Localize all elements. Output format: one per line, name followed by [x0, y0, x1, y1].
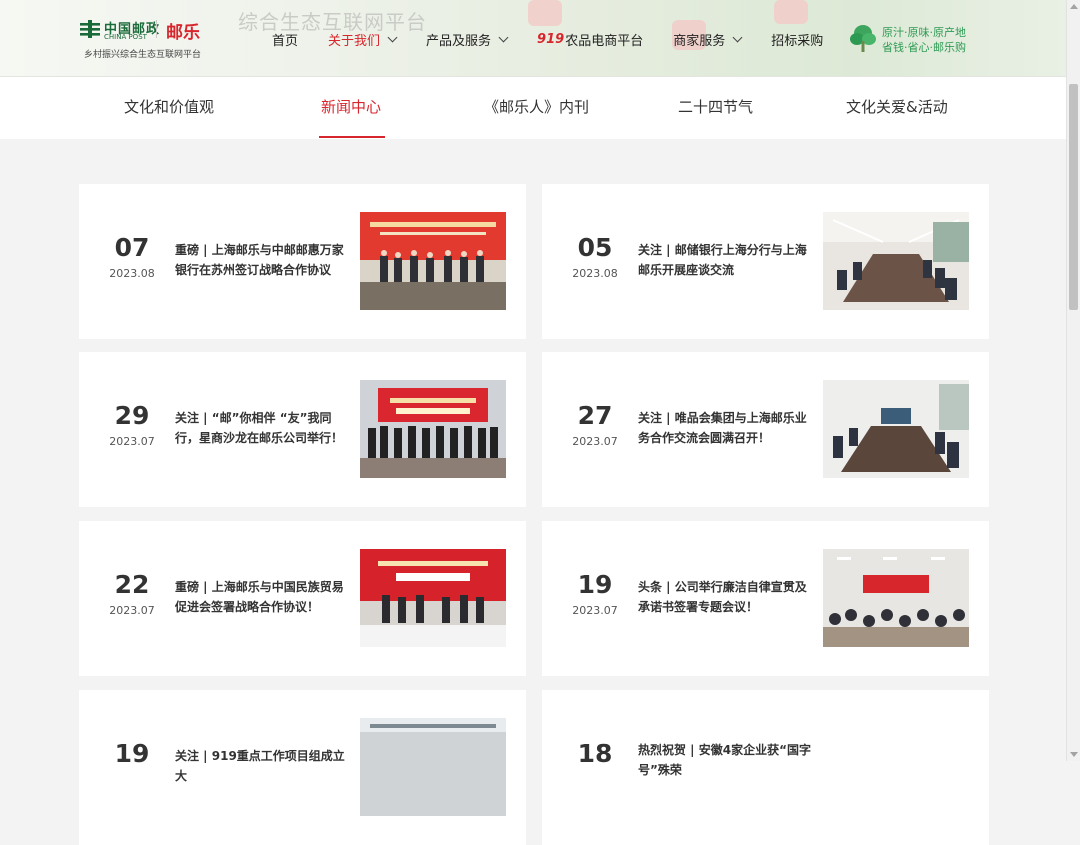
china-post-en-label: CHINA POST: [104, 33, 147, 41]
news-thumbnail[interactable]: [823, 212, 969, 310]
news-thumbnail[interactable]: [360, 549, 506, 647]
meeting-room-photo: [823, 380, 969, 478]
news-day: 27: [577, 401, 613, 430]
slogan-block: 原汁·原味·原产地 省钱·省心·邮乐购: [850, 22, 980, 58]
nav-item-label: 招标采购: [771, 34, 824, 49]
news-title[interactable]: 热烈祝贺 | 安徽4家企业获“国字号”殊荣: [638, 740, 814, 780]
news-year-month: 2023.08: [109, 267, 155, 280]
news-day: 29: [114, 401, 150, 430]
news-thumbnail[interactable]: [360, 380, 506, 478]
news-year-month: 2023.07: [109, 435, 155, 448]
logo-subtitle: 乡村振兴综合生态互联网平台: [84, 50, 202, 60]
nav-item-merchant-services[interactable]: 商家服务: [673, 30, 743, 49]
tab-care-activities[interactable]: 文化关爱&活动: [846, 96, 948, 117]
conference-hall-photo: [823, 549, 969, 647]
news-card[interactable]: 05 2023.08 关注 | 邮储银行上海分行与上海邮乐开展座谈交流: [542, 184, 989, 339]
news-title[interactable]: 重磅 | 上海邮乐与中邮邮惠万家银行在苏州签订战略合作协议: [175, 240, 351, 280]
news-card[interactable]: 19 关注 | 919重点工作项目组成立大: [79, 690, 526, 845]
news-title[interactable]: 关注 | “邮”你相伴 “友”我同行，星商沙龙在邮乐公司举行！: [175, 408, 351, 448]
meeting-room-photo: [823, 212, 969, 310]
china-post-emblem-icon: [80, 20, 100, 38]
active-tab-indicator: [319, 136, 385, 138]
signing-ceremony-photo: [360, 212, 506, 310]
strategic-signing-photo: [360, 549, 506, 647]
news-title[interactable]: 头条 | 公司举行廉洁自律宣贯及承诺书签署专题会议！: [638, 577, 814, 617]
section-tabs: 文化和价值观 新闻中心 《邮乐人》内刊 二十四节气 文化关爱&活动: [0, 77, 1066, 139]
tab-solar-terms[interactable]: 二十四节气: [678, 96, 753, 117]
chevron-down-icon: [498, 32, 509, 43]
news-day: 19: [114, 739, 150, 768]
youle-brand-label: 邮乐: [166, 23, 200, 43]
tab-internal-magazine[interactable]: 《邮乐人》内刊: [484, 96, 589, 117]
news-year-month: 2023.07: [572, 604, 618, 617]
tab-news-center[interactable]: 新闻中心: [321, 96, 381, 117]
nav-item-procurement[interactable]: 招标采购: [771, 30, 823, 49]
page-scrollbar[interactable]: [1066, 0, 1080, 761]
news-day: 22: [114, 570, 150, 599]
nav-item-label: 首页: [272, 34, 299, 49]
site-header: 综合生态互联网平台 中国邮政 CHINA POST 邮乐 乡村振兴综合生态互联网…: [0, 0, 1066, 77]
news-thumbnail[interactable]: [823, 380, 969, 478]
slogan-line-2: 省钱·省心·邮乐购: [882, 41, 966, 54]
news-card[interactable]: 07 2023.08 重磅 | 上海邮乐与中邮邮惠万家银行在苏州签订战略合作协议: [79, 184, 526, 339]
nav-item-label: 产品及服务: [426, 34, 492, 49]
scroll-up-arrow-icon[interactable]: [1070, 4, 1078, 9]
tab-culture-values[interactable]: 文化和价值观: [124, 96, 214, 117]
news-year-month: 2023.07: [572, 435, 618, 448]
news-card[interactable]: 19 2023.07 头条 | 公司举行廉洁自律宣贯及承诺书签署专题会议！: [542, 521, 989, 676]
banner-badge-decoration: [774, 0, 808, 24]
chevron-down-icon: [732, 32, 743, 43]
news-title[interactable]: 关注 | 唯品会集团与上海邮乐业务合作交流会圆满召开！: [638, 408, 814, 448]
group-photo: [360, 380, 506, 478]
nav-item-label: 农品电商平台: [565, 34, 644, 49]
scroll-down-arrow-icon[interactable]: [1070, 752, 1078, 757]
news-day: 05: [577, 233, 613, 262]
news-day: 07: [114, 233, 150, 262]
news-card[interactable]: 27 2023.07 关注 | 唯品会集团与上海邮乐业务合作交流会圆满召开！: [542, 352, 989, 507]
news-day: 19: [577, 570, 613, 599]
logo-divider: [156, 20, 157, 38]
main-nav: 首页 关于我们 产品及服务 919 农品电商平台 商家服务 招标采购: [272, 30, 853, 49]
nav-item-919-platform[interactable]: 919 农品电商平台: [537, 30, 643, 49]
scrollbar-thumb[interactable]: [1069, 84, 1078, 310]
chevron-down-icon: [387, 32, 398, 43]
nav-item-label: 商家服务: [673, 34, 726, 49]
news-thumbnail[interactable]: [360, 212, 506, 310]
news-year-month: 2023.08: [572, 267, 618, 280]
news-card[interactable]: 18 热烈祝贺 | 安徽4家企业获“国字号”殊荣: [542, 690, 989, 845]
nav-item-label: 关于我们: [328, 34, 381, 49]
office-photo: [360, 718, 506, 816]
news-card[interactable]: 22 2023.07 重磅 | 上海邮乐与中国民族贸易促进会签署战略合作协议！: [79, 521, 526, 676]
news-thumbnail[interactable]: [360, 718, 506, 816]
nav-item-about-us[interactable]: 关于我们: [328, 30, 398, 49]
banner-badge-decoration: [528, 0, 562, 26]
news-year-month: 2023.07: [109, 604, 155, 617]
news-card[interactable]: 29 2023.07 关注 | “邮”你相伴 “友”我同行，星商沙龙在邮乐公司举…: [79, 352, 526, 507]
nav-item-products-services[interactable]: 产品及服务: [426, 30, 509, 49]
news-thumbnail[interactable]: [823, 549, 969, 647]
news-title[interactable]: 重磅 | 上海邮乐与中国民族贸易促进会签署战略合作协议！: [175, 577, 351, 617]
slogan-line-1: 原汁·原味·原产地: [882, 26, 966, 39]
site-logo[interactable]: 中国邮政 CHINA POST 邮乐 乡村振兴综合生态互联网平台: [80, 18, 220, 62]
nav-item-home[interactable]: 首页: [272, 30, 298, 49]
news-title[interactable]: 关注 | 919重点工作项目组成立大: [175, 746, 351, 786]
news-day: 18: [577, 739, 613, 768]
tree-logo-icon: [850, 25, 876, 52]
nav-item-919-prefix: 919: [537, 32, 565, 47]
news-title[interactable]: 关注 | 邮储银行上海分行与上海邮乐开展座谈交流: [638, 240, 814, 280]
